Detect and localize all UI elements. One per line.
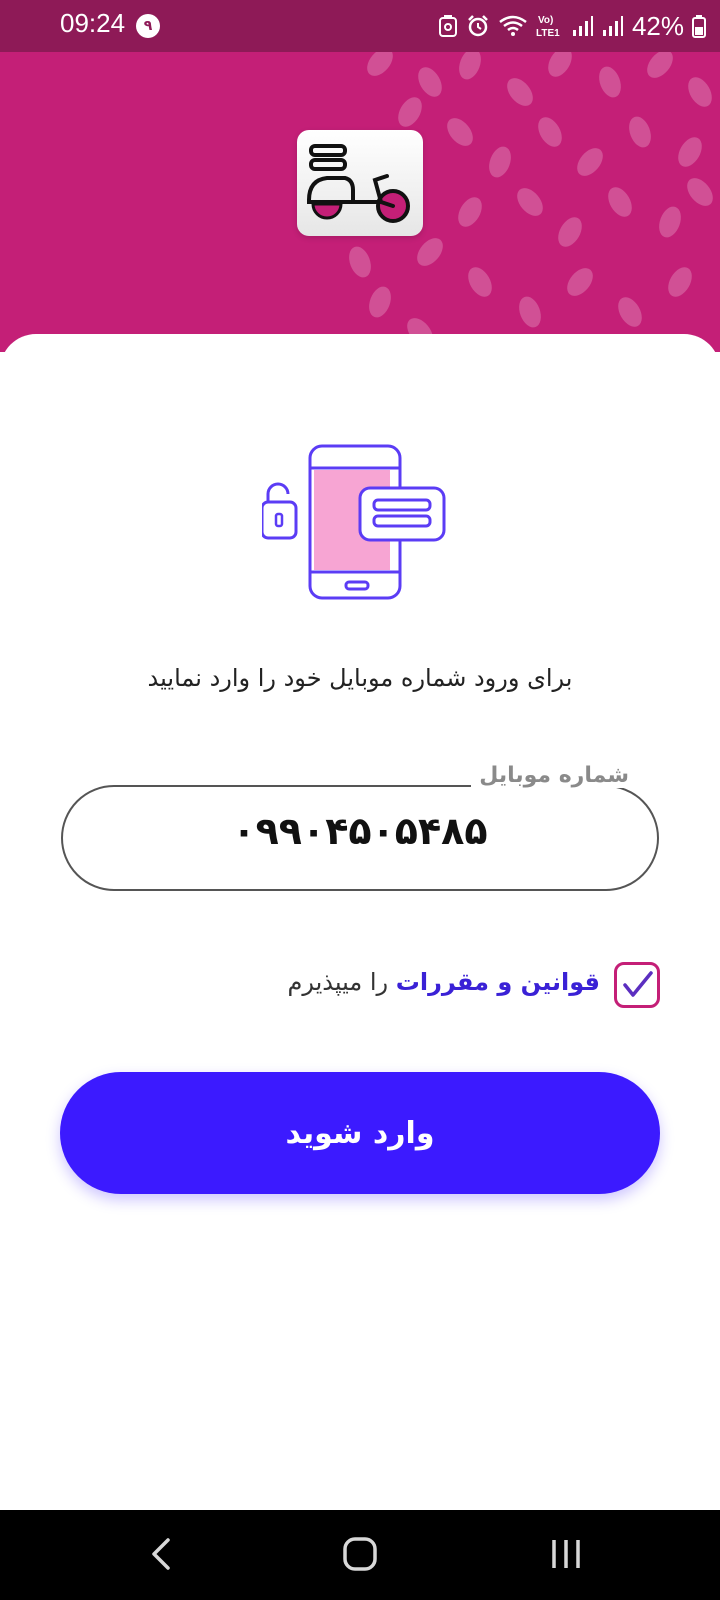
back-icon[interactable] xyxy=(146,1534,176,1574)
battery-icon xyxy=(692,15,706,38)
svg-text:Vo): Vo) xyxy=(538,15,553,26)
wifi-icon xyxy=(499,15,527,36)
recents-icon[interactable] xyxy=(548,1534,584,1574)
terms-row: قوانین و مقررات را میپذیرم xyxy=(260,960,660,1010)
delivery-scooter-icon xyxy=(307,144,410,223)
terms-link[interactable]: قوانین و مقررات xyxy=(396,968,600,996)
status-bar: 09:24 ۹ Vo) LTE1 42% xyxy=(0,0,720,52)
volte-icon: Vo) LTE1 xyxy=(536,15,560,39)
signal-icon xyxy=(572,16,593,36)
login-card: برای ورود شماره موبایل خود را وارد نمایی… xyxy=(0,334,720,1510)
terms-checkbox[interactable] xyxy=(614,962,660,1008)
terms-text: قوانین و مقررات را میپذیرم xyxy=(288,968,600,996)
signal-icon xyxy=(602,16,623,36)
login-screen: 09:24 ۹ Vo) LTE1 42% برای ورود شماره موب… xyxy=(0,0,720,1600)
phone-number-label: شماره موبایل xyxy=(471,763,637,788)
checkmark-icon xyxy=(623,971,653,997)
instruction-text: برای ورود شماره موبایل خود را وارد نمایی… xyxy=(147,664,573,692)
svg-text:LTE1: LTE1 xyxy=(536,28,560,39)
login-button[interactable]: وارد شوید xyxy=(60,1072,660,1194)
phone-number-input[interactable]: ۰۹۹۰۴۵۰۵۴۸۵ xyxy=(63,809,657,853)
recycle-icon xyxy=(438,15,457,37)
status-time: 09:24 xyxy=(60,8,126,38)
battery-percent: 42% xyxy=(631,10,684,41)
terms-suffix: را میپذیرم xyxy=(287,968,396,996)
header-banner xyxy=(0,52,720,352)
app-logo xyxy=(297,130,423,236)
phone-login-icon xyxy=(262,444,446,600)
alarm-icon xyxy=(468,15,488,37)
notification-badge-icon: ۹ xyxy=(136,14,160,38)
status-icons: Vo) LTE1 42% xyxy=(438,8,706,44)
phone-number-field[interactable]: شماره موبایل ۰۹۹۰۴۵۰۵۴۸۵ xyxy=(61,763,659,891)
navigation-bar xyxy=(0,1510,720,1600)
home-icon[interactable] xyxy=(340,1534,380,1574)
